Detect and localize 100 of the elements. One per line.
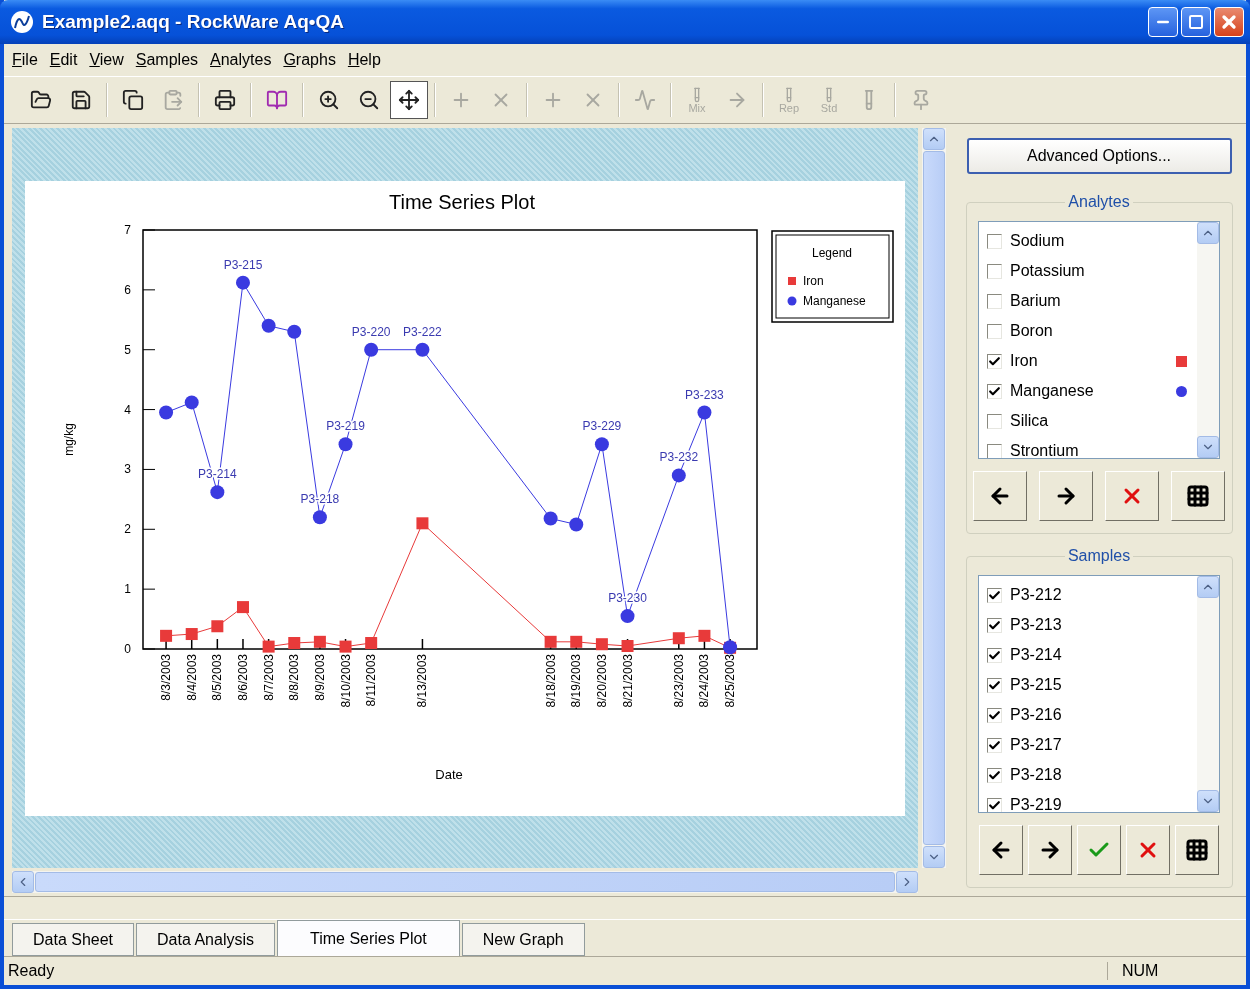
- menu-item[interactable]: Edit: [45, 49, 86, 71]
- list-item[interactable]: P3-217: [979, 730, 1197, 760]
- right-button[interactable]: [1028, 825, 1072, 875]
- accept-button[interactable]: [1077, 825, 1121, 875]
- axis-tick-label: 8/4/2003: [184, 654, 199, 701]
- minimize-button[interactable]: [1148, 7, 1178, 37]
- check-icon: [988, 384, 1001, 398]
- list-item[interactable]: P3-219: [979, 790, 1197, 812]
- checkbox[interactable]: [987, 797, 1002, 812]
- data-point: [569, 517, 584, 532]
- axis-tick-label: 8/25/2003: [723, 654, 738, 708]
- maximize-button[interactable]: [1181, 7, 1211, 37]
- check-icon: [988, 588, 1001, 602]
- item-label: Manganese: [1010, 382, 1095, 400]
- checkbox[interactable]: [987, 767, 1002, 783]
- horizontal-scrollbar[interactable]: [12, 871, 918, 893]
- axis-tick-label: 8/13/2003: [415, 654, 430, 708]
- data-point: [365, 637, 378, 649]
- list-item[interactable]: Manganese: [979, 376, 1197, 406]
- list-item[interactable]: Potassium: [979, 256, 1197, 286]
- left-button[interactable]: [973, 471, 1027, 521]
- scroll-up-button[interactable]: [1197, 576, 1219, 598]
- wave-icon: [634, 89, 656, 111]
- axis-tick-label: 5: [124, 342, 131, 357]
- scrollbar[interactable]: [1197, 576, 1219, 812]
- checkbox[interactable]: [987, 263, 1002, 279]
- group-title: Samples: [1064, 547, 1134, 565]
- checkbox[interactable]: [987, 353, 1002, 369]
- checkbox[interactable]: [987, 617, 1002, 633]
- list-item[interactable]: P3-216: [979, 700, 1197, 730]
- axis-tick-label: 8/10/2003: [338, 654, 353, 708]
- printer-icon: [214, 89, 236, 111]
- data-point: [415, 342, 430, 357]
- advanced-options-button[interactable]: Advanced Options...: [966, 138, 1232, 174]
- list-item[interactable]: Sodium: [979, 226, 1197, 256]
- checkbox[interactable]: [987, 647, 1002, 663]
- checkbox[interactable]: [987, 737, 1002, 753]
- tab[interactable]: Data Sheet: [12, 923, 135, 956]
- remove-button[interactable]: [1126, 825, 1170, 875]
- vertical-scrollbar[interactable]: [922, 128, 946, 868]
- close-button[interactable]: [1214, 7, 1244, 37]
- list-item[interactable]: P3-215: [979, 670, 1197, 700]
- data-point: [210, 485, 225, 500]
- status-indicator: NUM: [1107, 962, 1232, 980]
- legend-marker: [787, 296, 797, 306]
- item-label: Silica: [1010, 412, 1050, 430]
- pan-tool-button[interactable]: [390, 81, 428, 119]
- legend-label: Manganese: [803, 294, 866, 308]
- list-item[interactable]: Strontium: [979, 436, 1197, 458]
- list-item[interactable]: Silica: [979, 406, 1197, 436]
- axis-tick-label: 6: [124, 282, 131, 297]
- tab[interactable]: Data Analysis: [136, 923, 275, 956]
- menu-item[interactable]: Samples: [131, 49, 207, 71]
- scroll-up-button[interactable]: [1197, 222, 1219, 244]
- scroll-up-button[interactable]: [923, 128, 945, 150]
- remove-button[interactable]: [1105, 471, 1159, 521]
- list-item[interactable]: P3-214: [979, 640, 1197, 670]
- check-icon: [988, 354, 1001, 368]
- list-item[interactable]: P3-212: [979, 580, 1197, 610]
- copy-icon: [122, 89, 144, 111]
- list-item[interactable]: Iron: [979, 346, 1197, 376]
- scroll-down-button[interactable]: [923, 846, 945, 868]
- checkbox[interactable]: [987, 233, 1002, 249]
- checkbox[interactable]: [987, 587, 1002, 603]
- tab[interactable]: New Graph: [461, 923, 585, 956]
- check-icon: [988, 738, 1001, 752]
- left-button[interactable]: [979, 825, 1023, 875]
- data-point: [570, 635, 583, 648]
- table-button[interactable]: [1175, 825, 1219, 875]
- checkbox[interactable]: [987, 413, 1002, 429]
- menu-item[interactable]: View: [85, 49, 132, 71]
- checkbox[interactable]: [987, 707, 1002, 723]
- checkbox[interactable]: [987, 677, 1002, 693]
- menu-item[interactable]: File: [8, 49, 46, 71]
- data-point: [288, 637, 301, 649]
- checkbox[interactable]: [987, 323, 1002, 339]
- scroll-down-button[interactable]: [1197, 790, 1219, 812]
- list-item[interactable]: Barium: [979, 286, 1197, 316]
- app-logo-icon: [10, 10, 34, 34]
- scroll-right-button[interactable]: [896, 871, 918, 893]
- checkbox[interactable]: [987, 383, 1002, 399]
- scroll-down-button[interactable]: [1197, 436, 1219, 458]
- scrollbar[interactable]: [1197, 222, 1219, 458]
- right-button[interactable]: [1039, 471, 1093, 521]
- data-point: [339, 640, 352, 653]
- menu-item[interactable]: Help: [343, 49, 389, 71]
- table-button[interactable]: [1171, 471, 1225, 521]
- tab[interactable]: Time Series Plot: [277, 920, 460, 956]
- axis-tick-label: 8/24/2003: [697, 654, 712, 708]
- menu-item[interactable]: Graphs: [279, 49, 344, 71]
- data-point: [184, 395, 199, 410]
- folder-icon: [30, 89, 52, 111]
- data-point: [723, 640, 738, 655]
- checkbox[interactable]: [987, 293, 1002, 309]
- list-item[interactable]: P3-213: [979, 610, 1197, 640]
- menu-item[interactable]: Analytes: [206, 49, 280, 71]
- list-item[interactable]: P3-218: [979, 760, 1197, 790]
- checkbox[interactable]: [987, 443, 1002, 458]
- scroll-left-button[interactable]: [12, 871, 34, 893]
- list-item[interactable]: Boron: [979, 316, 1197, 346]
